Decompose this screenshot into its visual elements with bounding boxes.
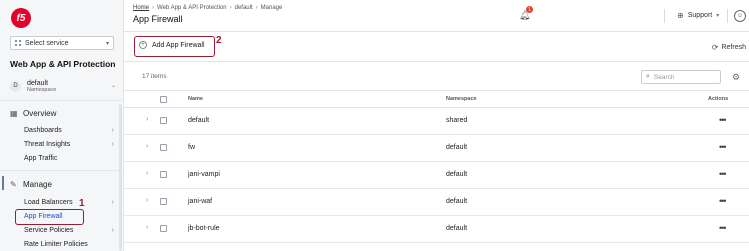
chevron-right-icon: › [111, 141, 114, 148]
select-service-dropdown[interactable]: Select service ▾ [10, 36, 114, 50]
row-name[interactable]: fw [188, 144, 195, 151]
row-namespace: default [446, 144, 468, 151]
sidebar-item-load-balancers[interactable]: Load Balancers › [24, 199, 114, 206]
chevron-right-icon: › [111, 227, 114, 234]
namespace-name: default [27, 79, 49, 87]
grid-icon [15, 40, 21, 46]
search-input[interactable]: ⌕ Search [641, 70, 721, 84]
divider [664, 9, 665, 23]
section-manage[interactable]: ✎ Manage [10, 180, 52, 189]
more-actions-icon[interactable]: ••• [719, 142, 727, 152]
sidebar-item-threat-insights[interactable]: Threat Insights › [24, 141, 114, 148]
row-checkbox[interactable] [160, 144, 167, 151]
active-section-marker [2, 176, 4, 190]
sidebar-divider [0, 170, 123, 171]
more-actions-icon[interactable]: ••• [719, 115, 727, 125]
select-all-checkbox[interactable] [160, 96, 167, 103]
sidebar-item-label: Load Balancers [24, 199, 73, 206]
sidebar-item-label: Rate Limiter Policies [24, 241, 88, 248]
select-service-label: Select service [25, 39, 69, 47]
support-menu[interactable]: ⊕ Support ▾ [677, 11, 719, 20]
row-namespace: default [446, 225, 468, 232]
row-checkbox[interactable] [160, 225, 167, 232]
row-name[interactable]: jani-vampi [188, 171, 220, 178]
breadcrumb-workspace[interactable]: Web App & API Protection [157, 5, 227, 11]
chevron-right-icon: › [111, 127, 114, 134]
breadcrumb: Home › Web App & API Protection › default › Ma… [133, 5, 283, 11]
search-placeholder: Search [653, 73, 675, 81]
sidebar-divider [0, 100, 123, 101]
table-row[interactable]: › fw default ••• [124, 135, 749, 162]
breadcrumb-namespace[interactable]: default [235, 5, 253, 11]
f5-logo[interactable]: f5 [11, 8, 31, 28]
search-icon: ⌕ [646, 73, 650, 80]
chevron-right-icon[interactable]: › [146, 116, 148, 123]
row-name[interactable]: default [188, 117, 209, 124]
chevron-right-icon[interactable]: › [146, 224, 148, 231]
globe-icon: ⊕ [677, 11, 684, 20]
overview-icon: ▦ [10, 108, 18, 118]
namespace-selector[interactable]: D default Namespace ⌄ [10, 76, 120, 96]
breadcrumb-section: Manage [260, 5, 283, 11]
sidebar-item-label: App Traffic [24, 155, 58, 162]
row-checkbox[interactable] [160, 198, 167, 205]
page-title: App Firewall [133, 14, 183, 24]
annotation-number-2: 2 [216, 35, 222, 46]
row-namespace: default [446, 171, 468, 178]
namespace-label: Namespace [27, 86, 57, 93]
annotation-box-1 [15, 209, 84, 225]
chevron-right-icon[interactable]: › [146, 143, 148, 150]
workspace-title: Web App & API Protection [10, 59, 116, 69]
table-row[interactable]: › default shared ••• [124, 108, 749, 135]
section-overview-label: Overview [23, 109, 57, 118]
wrench-icon: ✎ [10, 179, 17, 189]
sidebar-item-label: Service Policies [24, 227, 74, 234]
table-row[interactable]: › jb-bot-rule default ••• [124, 216, 749, 243]
column-header-actions: Actions [708, 96, 729, 102]
breadcrumb-home[interactable]: Home [133, 5, 149, 11]
gear-icon[interactable]: ⚙︎ [732, 72, 740, 83]
items-count: 17 items [142, 73, 167, 80]
sidebar-item-rate-limiter-policies[interactable]: Rate Limiter Policies [24, 241, 114, 248]
namespace-avatar: D [10, 80, 21, 92]
row-checkbox[interactable] [160, 117, 167, 124]
more-actions-icon[interactable]: ••• [719, 169, 727, 179]
sidebar-item-label: Threat Insights [24, 141, 71, 148]
table-header: Name Namespace Actions [124, 90, 749, 108]
sidebar-item-app-traffic[interactable]: App Traffic [24, 155, 114, 162]
refresh-button[interactable]: ⟳ Refresh [712, 43, 746, 52]
notification-badge: 1 [526, 6, 533, 13]
refresh-icon: ⟳ [711, 43, 719, 52]
column-header-name[interactable]: Name [188, 96, 203, 102]
refresh-label: Refresh [721, 44, 746, 51]
row-checkbox[interactable] [160, 171, 167, 178]
divider [727, 9, 728, 23]
more-actions-icon[interactable]: ••• [719, 196, 727, 206]
chevron-down-icon: ▾ [716, 13, 720, 19]
row-namespace: shared [446, 117, 468, 124]
sidebar-item-service-policies[interactable]: Service Policies › [24, 227, 114, 234]
section-manage-label: Manage [23, 180, 52, 189]
row-namespace: default [446, 198, 468, 205]
table-row[interactable]: › jani-vampi default ••• [124, 162, 749, 189]
sidebar-scrollbar[interactable] [119, 104, 122, 251]
top-bar: Home › Web App & API Protection › default › Ma… [124, 0, 749, 32]
user-account-icon[interactable]: ☺ [734, 10, 746, 22]
chevron-right-icon[interactable]: › [146, 170, 148, 177]
sidebar-item-label: Dashboards [24, 127, 62, 134]
chevron-down-icon: ⌄ [110, 83, 116, 89]
row-name[interactable]: jb-bot-rule [188, 225, 220, 232]
annotation-number-1: 1 [79, 198, 85, 209]
chevron-down-icon: ▾ [105, 40, 109, 47]
sidebar-item-dashboards[interactable]: Dashboards › [24, 127, 114, 134]
support-label: Support [687, 12, 713, 19]
more-actions-icon[interactable]: ••• [719, 223, 727, 233]
row-name[interactable]: jani-waf [188, 198, 212, 205]
column-header-namespace[interactable]: Namespace [446, 96, 477, 102]
chevron-right-icon: › [111, 199, 114, 206]
annotation-box-2 [134, 36, 215, 57]
table-row[interactable]: › jani-waf default ••• [124, 189, 749, 216]
chevron-right-icon[interactable]: › [146, 197, 148, 204]
section-overview[interactable]: ▦ Overview [10, 109, 56, 118]
